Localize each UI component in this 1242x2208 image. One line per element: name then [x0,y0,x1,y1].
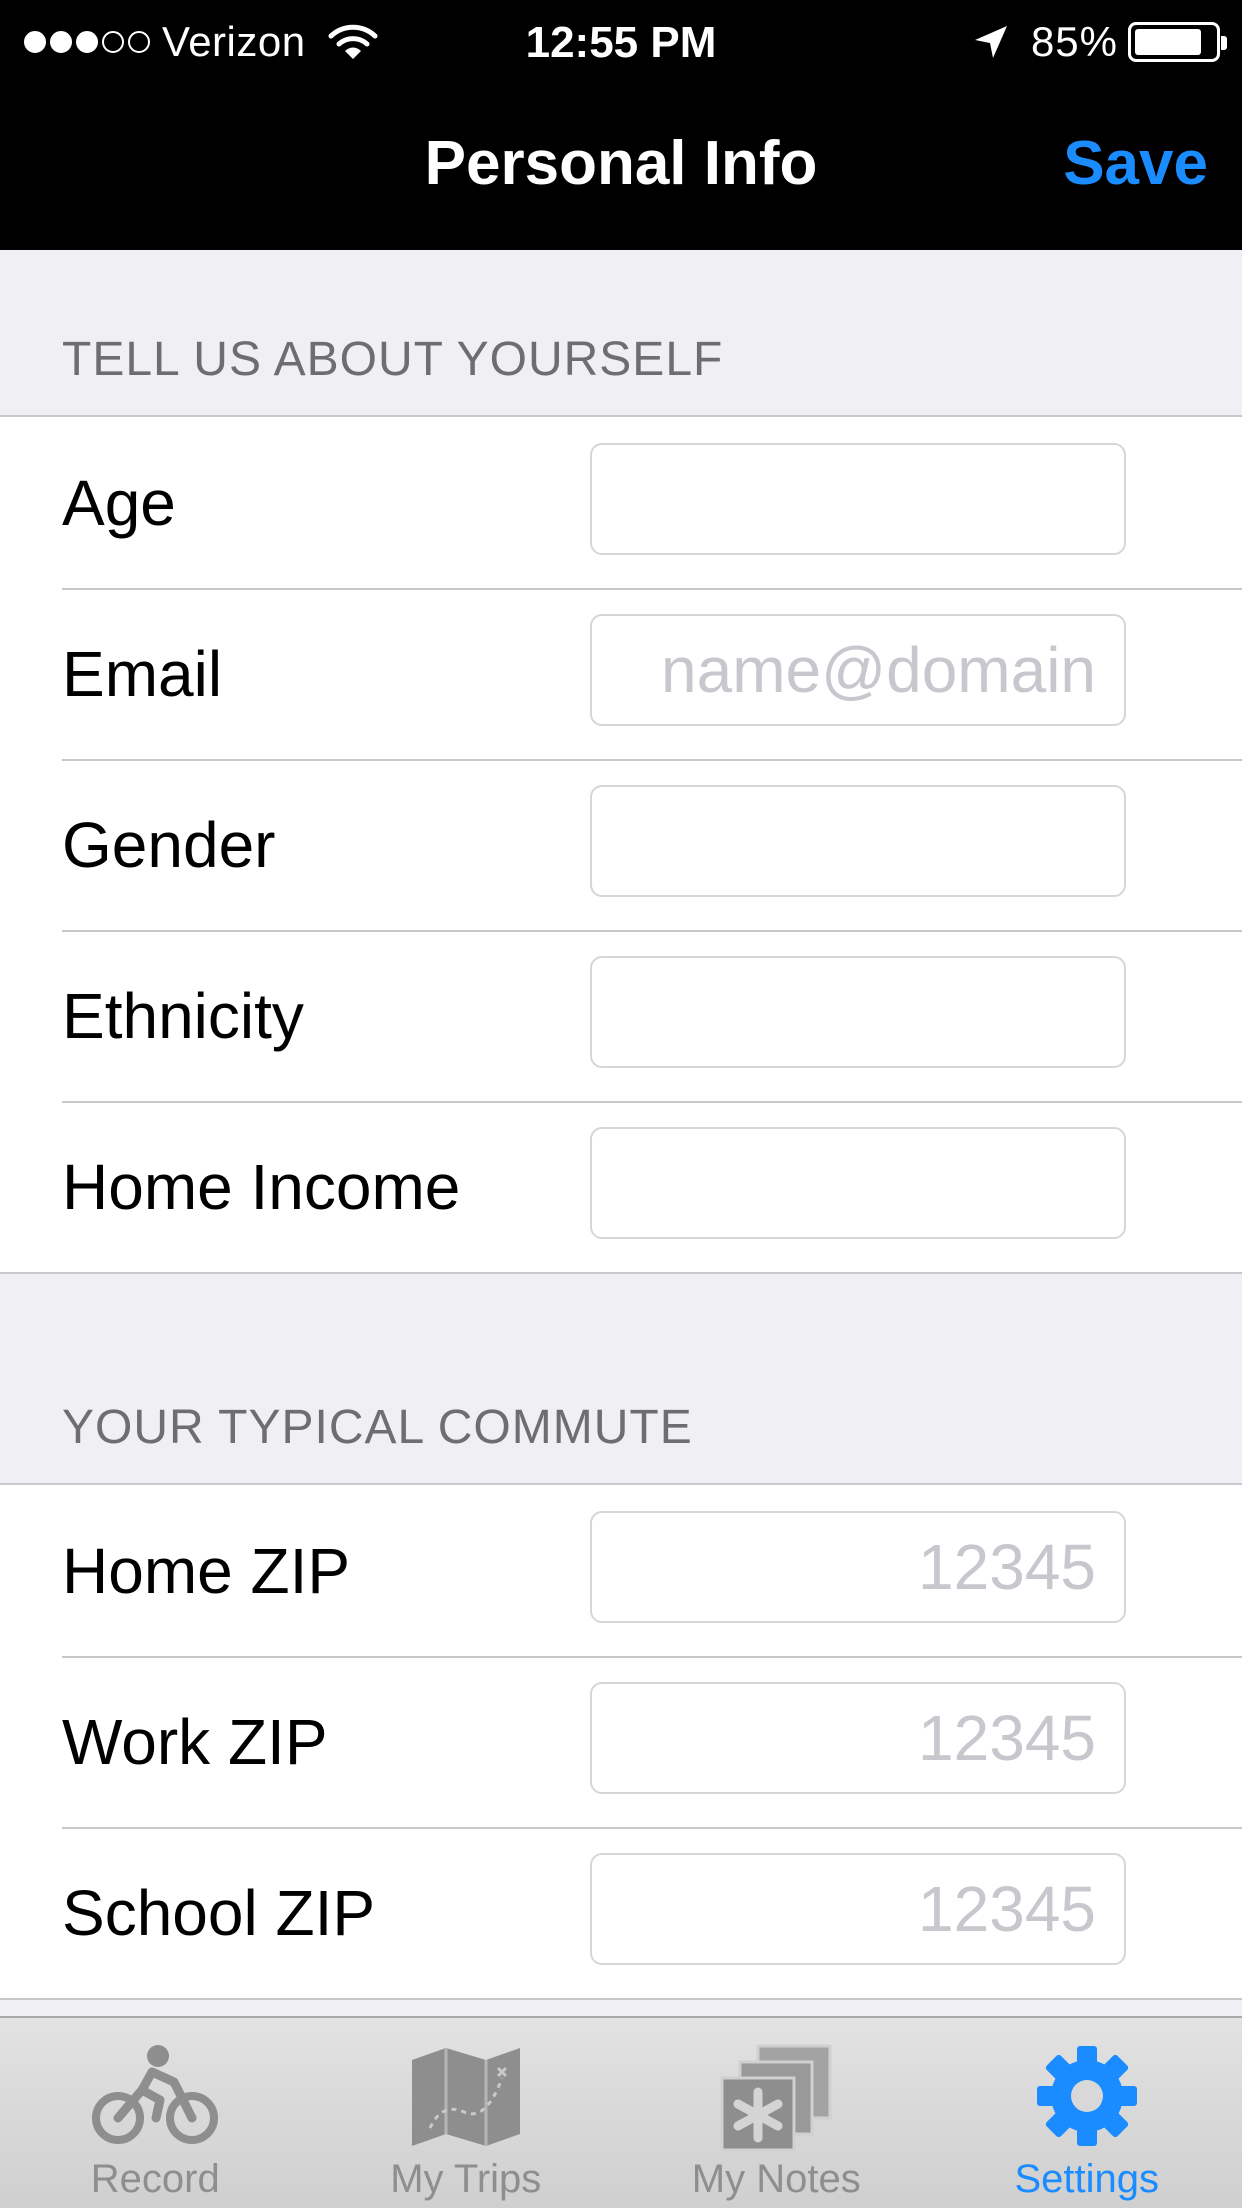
home-income-label: Home Income [62,1150,461,1223]
tab-bar: Record My Trips My Notes Settings [0,2016,1242,2208]
section-header-about: TELL US ABOUT YOURSELF [62,333,724,386]
form-row-work-zip: Work ZIP [0,1656,1242,1827]
gear-icon [1036,2046,1137,2146]
section-header-commute: YOUR TYPICAL COMMUTE [62,1401,693,1454]
age-label: Age [62,466,176,539]
form-row-age: Age [0,417,1242,588]
form-row-home-income: Home Income [0,1101,1242,1272]
save-button[interactable]: Save [1063,128,1208,199]
map-icon [411,2048,520,2146]
tab-record[interactable]: Record [0,2018,311,2208]
ethnicity-label: Ethnicity [62,979,304,1052]
location-arrow-icon [974,26,1007,58]
tab-my-trips[interactable]: My Trips [311,2018,622,2208]
form-row-email: Email [0,588,1242,759]
school-zip-label: School ZIP [62,1876,376,1949]
tab-my-notes[interactable]: My Notes [621,2018,932,2208]
about-yourself-group: Age Email Gender Ethnicity Home Income [0,415,1242,1274]
form-row-gender: Gender [0,759,1242,930]
bicycle-icon [92,2045,219,2144]
tab-label: My Trips [390,2157,542,2201]
email-label: Email [62,637,223,710]
age-field[interactable] [590,443,1126,555]
home-zip-field[interactable] [590,1511,1126,1623]
home-zip-label: Home ZIP [62,1534,351,1607]
page-title: Personal Info [424,129,818,198]
battery-level [1135,29,1202,55]
home-income-field[interactable] [590,1127,1126,1239]
form-row-school-zip: School ZIP [0,1827,1242,1998]
email-field[interactable] [590,614,1126,726]
ethnicity-field[interactable] [590,956,1126,1068]
notes-icon [720,2044,832,2152]
tab-label: My Notes [691,2157,861,2201]
tab-settings[interactable]: Settings [932,2018,1242,2208]
battery-icon [1128,22,1227,62]
tab-label: Record [90,2157,220,2201]
typical-commute-group: Home ZIP Work ZIP School ZIP [0,1483,1242,2000]
battery-tip [1221,36,1227,50]
tab-label: Settings [1014,2157,1160,2201]
battery-percent: 85% [1030,18,1118,65]
form-row-ethnicity: Ethnicity [0,930,1242,1101]
work-zip-field[interactable] [590,1682,1126,1794]
navigation-bar: Personal Info Save [0,84,1242,250]
status-right: 85% [973,18,1227,66]
work-zip-label: Work ZIP [62,1705,328,1778]
gender-label: Gender [62,808,276,881]
status-bar: Verizon 12:55 PM 85% [0,0,1242,84]
form-row-home-zip: Home ZIP [0,1485,1242,1656]
gender-field[interactable] [590,785,1126,897]
school-zip-field[interactable] [590,1853,1126,1965]
